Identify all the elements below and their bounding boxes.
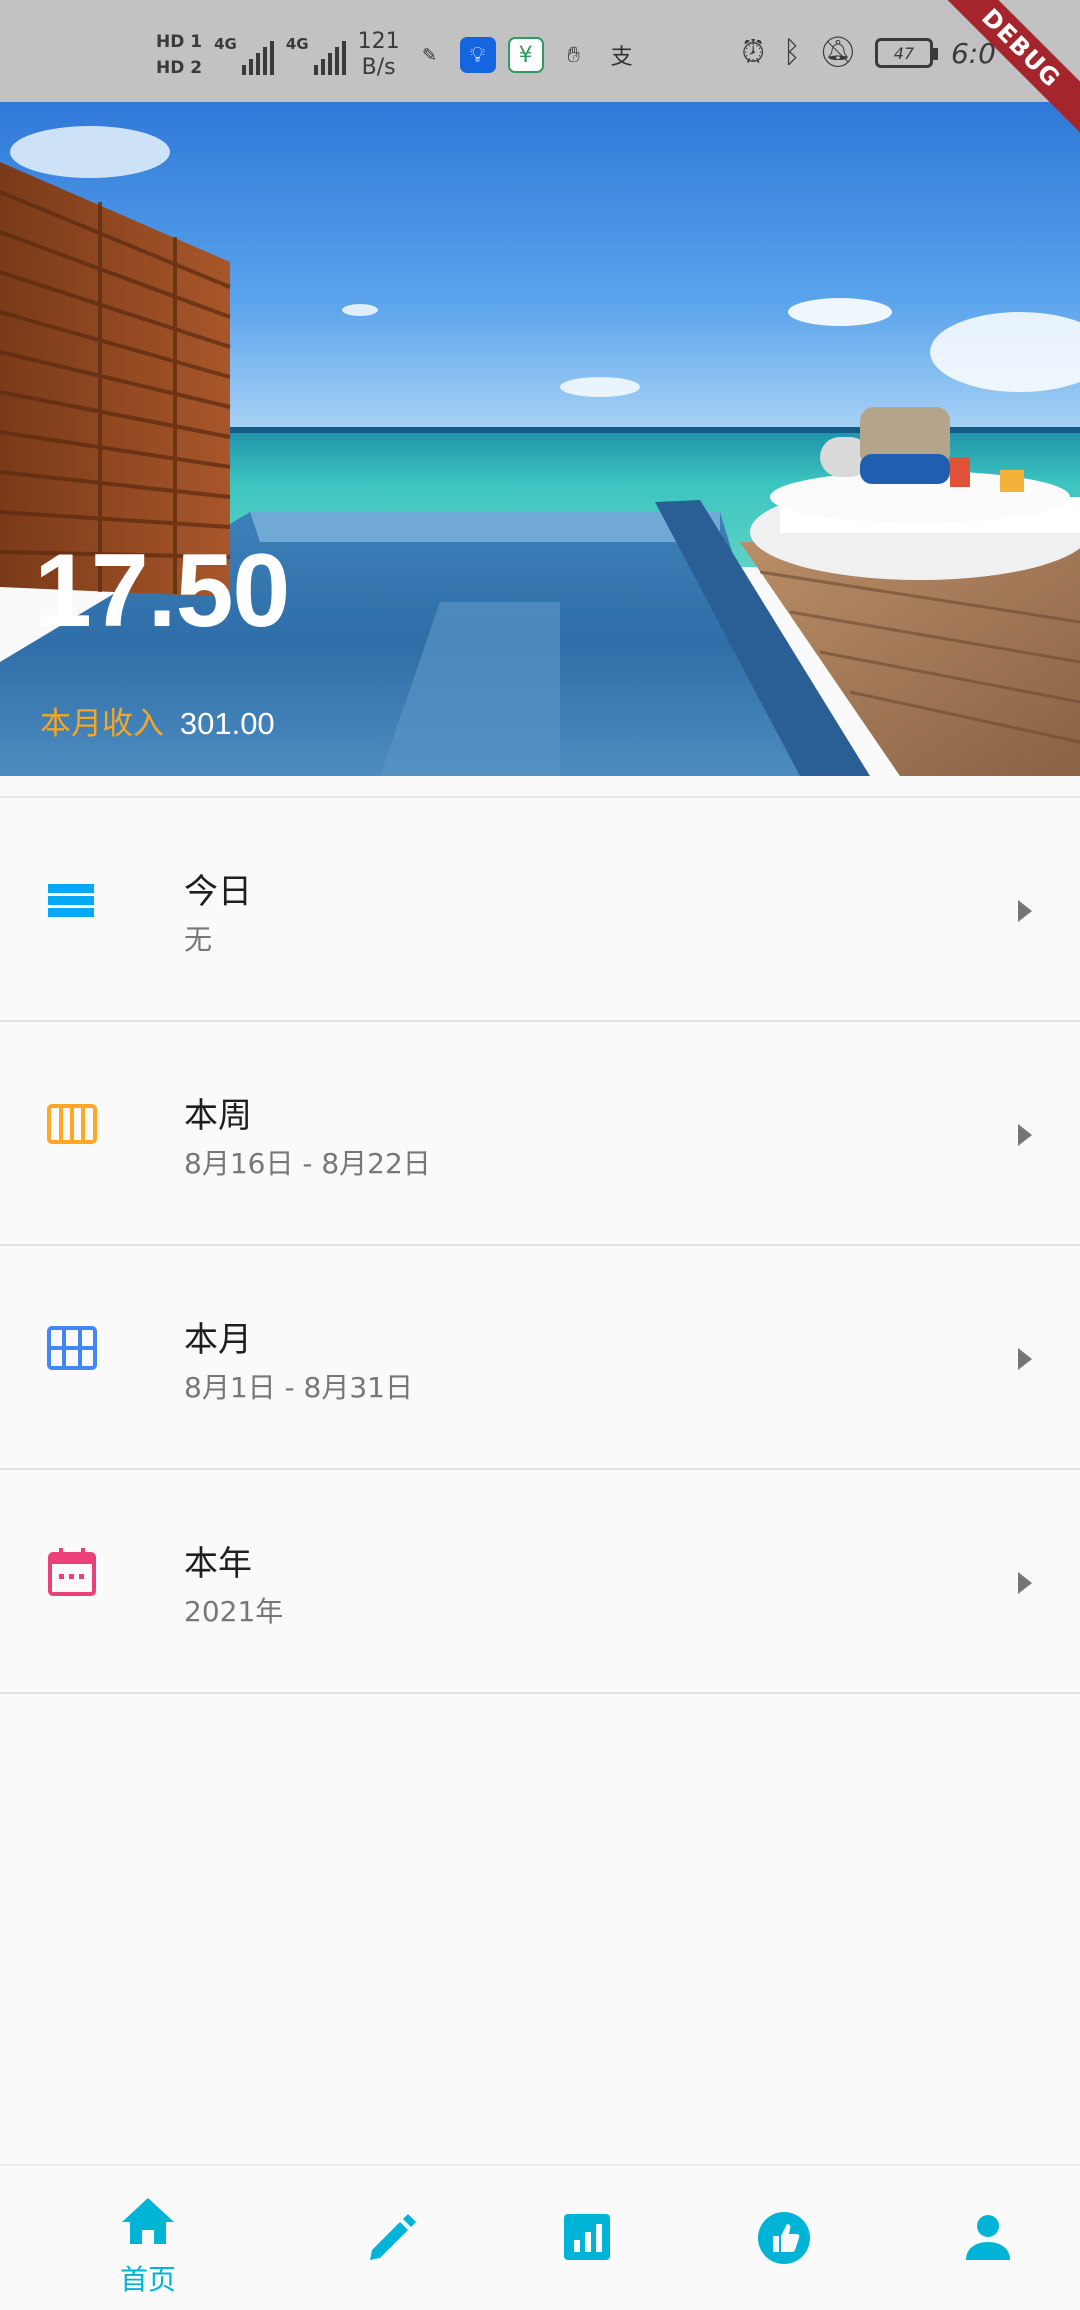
list-item-title: 本年 (184, 1544, 252, 1584)
list-item-year[interactable]: 本年 2021年 (0, 1470, 1080, 1694)
network-speed-unit: B/s (361, 55, 396, 80)
nav-home[interactable]: 首页 (40, 2166, 256, 2310)
alarm-icon: ⏰︎ (741, 35, 765, 70)
bulb-app-icon: 💡︎ (459, 37, 496, 73)
chevron-right-icon (1018, 1124, 1032, 1146)
list-item-today[interactable]: 今日 无 (0, 798, 1080, 1022)
battery-icon: 47 (874, 38, 938, 68)
balance-amount: 17.50 (34, 533, 290, 649)
xuexi-app-icon: ✎ (422, 44, 438, 66)
list-item-subtitle: 8月1日 - 8月31日 (184, 1371, 413, 1404)
nav-edit[interactable] (284, 2166, 500, 2310)
nav-home-label: 首页 (119, 2263, 176, 2296)
month-income-label: 本月收入 (40, 706, 164, 742)
chevron-right-icon (1018, 1572, 1032, 1594)
today-icon (48, 884, 94, 917)
network-speed: 121 B/s (358, 29, 400, 81)
hd-indicators: HD 1 HD 2 (156, 32, 202, 78)
nav-stats[interactable] (480, 2166, 696, 2310)
chevron-right-icon (1018, 900, 1032, 922)
week-icon (47, 1104, 97, 1144)
signal-icon-sim1: 4G (214, 35, 274, 75)
mute-icon: 🔕︎ (818, 35, 857, 70)
resort-pool-image (0, 102, 1080, 776)
stats-chart-icon (564, 2214, 610, 2260)
nav-like[interactable] (676, 2166, 892, 2310)
hd2-badge: HD 2 (156, 58, 203, 78)
list-item-subtitle: 2021年 (184, 1595, 284, 1628)
bluetooth-icon: ᛒ (782, 35, 801, 70)
list-item-title: 今日 (184, 872, 252, 912)
wallet-app-icon: ¥ (507, 37, 544, 73)
list-item-title: 本周 (184, 1096, 252, 1136)
list-item-month[interactable]: 本月 8月1日 - 8月31日 (0, 1246, 1080, 1470)
status-bar: HD 1 HD 2 4G 4G 121 B/s ✎ 💡︎ ¥ ✋︎ 支 ⏰︎ ᛒ… (0, 0, 1080, 102)
bottom-navigation: 首页 (0, 2164, 1080, 2310)
list-item-subtitle: 8月16日 - 8月22日 (184, 1147, 431, 1180)
home-icon (122, 2198, 174, 2244)
sim1-network-label: 4G (214, 35, 237, 53)
list-item-subtitle: 无 (184, 923, 213, 956)
status-right-group: ⏰︎ ᛒ 🔕︎ 47 6:0 (741, 36, 996, 70)
chevron-right-icon (1018, 1348, 1032, 1370)
hero-banner: 17.50 本月收入 301.00 (0, 102, 1080, 776)
month-income-value: 301.00 (179, 706, 275, 741)
battery-level: 47 (893, 43, 915, 63)
network-speed-value: 121 (357, 29, 400, 54)
month-income: 本月收入 301.00 (40, 698, 275, 743)
edit-pencil-icon (370, 2214, 416, 2260)
month-icon (47, 1326, 97, 1370)
app-screen: HD 1 HD 2 4G 4G 121 B/s ✎ 💡︎ ¥ ✋︎ 支 ⏰︎ ᛒ… (0, 0, 1080, 2310)
nav-profile[interactable] (880, 2166, 1080, 2310)
sim2-network-label: 4G (285, 35, 309, 53)
alipay-app-icon: 支 (610, 45, 633, 70)
list-item-week[interactable]: 本周 8月16日 - 8月22日 (0, 1022, 1080, 1246)
hd1-badge: HD 1 (156, 32, 203, 52)
hand-app-icon: ✋︎ (567, 42, 580, 68)
status-left-group: HD 1 HD 2 4G 4G 121 B/s ✎ 💡︎ ¥ ✋︎ 支 (156, 24, 640, 86)
list-item-title: 本月 (184, 1320, 252, 1360)
thumbs-up-icon (758, 2212, 810, 2264)
period-list: 今日 无 本周 8月16日 - 8月22日 本月 8月1日 - 8月31日 本年… (0, 796, 1080, 1694)
person-icon (966, 2215, 1010, 2260)
year-icon (48, 1548, 96, 1596)
signal-icon-sim2: 4G (286, 35, 346, 75)
